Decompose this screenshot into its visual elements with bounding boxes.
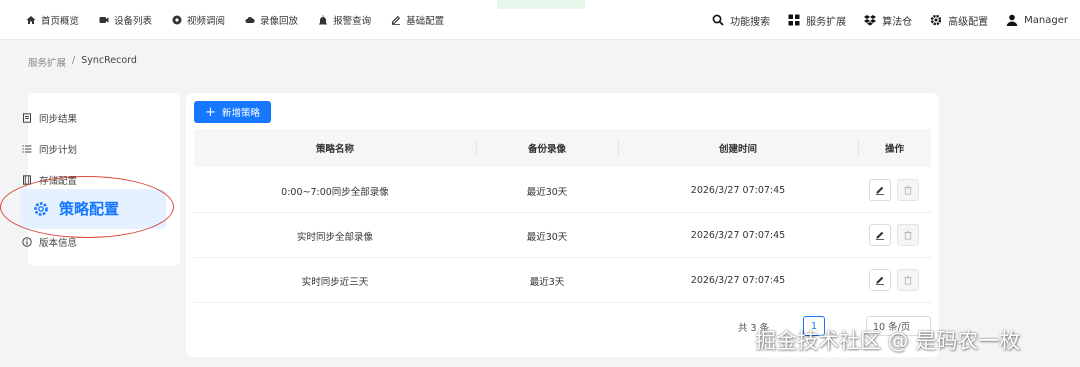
grid-icon (788, 14, 800, 26)
nav-user[interactable]: Manager (1006, 14, 1068, 26)
nav-alarm-label: 报警查询 (333, 15, 372, 27)
table-header: 策略名称 备份录像 创建时间 操作 (194, 129, 931, 167)
plus-icon: + (205, 104, 216, 120)
add-policy-button[interactable]: + 新增策略 (194, 101, 271, 123)
cell-name: 0:00~7:00同步全部录像 (281, 186, 389, 198)
breadcrumb: 服务扩展 / SyncRecord (28, 55, 137, 69)
nav-devices-label: 设备列表 (114, 15, 153, 27)
column-header-created: 创建时间 (718, 144, 757, 155)
sidebar-item-sync-results[interactable]: 同步结果 (22, 111, 77, 125)
nav-algorithm-store[interactable]: 算法仓 (864, 13, 912, 28)
delete-button[interactable] (897, 224, 919, 246)
nav-video[interactable]: 视频调阅 (172, 13, 225, 27)
edit-icon (876, 186, 884, 195)
camera-icon (99, 15, 109, 25)
nav-video-label: 视频调阅 (187, 15, 226, 27)
nav-search[interactable]: 功能搜索 (712, 13, 770, 28)
edit-button[interactable] (869, 269, 891, 291)
add-policy-label: 新增策略 (221, 108, 260, 119)
edit-button[interactable] (869, 179, 891, 201)
nav-basic-config-label: 基础配置 (406, 15, 445, 27)
table-row: 实时同步全部录像 最近30天 2026/3/27 07:07:45 (194, 213, 931, 258)
column-header-name: 策略名称 (315, 144, 354, 155)
home-icon (26, 15, 36, 25)
nav-advanced-config-label: 高级配置 (948, 16, 989, 28)
cell-created: 2026/3/27 07:07:45 (690, 275, 786, 286)
cell-backup: 最近30天 (526, 186, 568, 198)
breadcrumb-separator: / (72, 55, 76, 66)
nav-home[interactable]: 首页概览 (26, 13, 79, 27)
column-header-backup: 备份录像 (527, 144, 566, 155)
nav-alarm[interactable]: 报警查询 (318, 13, 371, 27)
table-row: 实时同步近三天 最近3天 2026/3/27 07:07:45 (194, 258, 931, 303)
trash-icon (904, 185, 912, 195)
table-row: 0:00~7:00同步全部录像 最近30天 2026/3/27 07:07:45 (194, 168, 931, 213)
breadcrumb-current: SyncRecord (81, 55, 137, 66)
document-icon (22, 113, 32, 123)
top-navbar: 首页概览 设备列表 视频调阅 录像回放 报警查询 基础配置 功能搜索 服务扩展 … (0, 0, 1080, 40)
nav-user-label: Manager (1024, 14, 1068, 26)
nav-advanced-config[interactable]: 高级配置 (930, 13, 988, 28)
info-icon (22, 237, 32, 247)
nav-basic-config[interactable]: 基础配置 (391, 13, 444, 27)
breadcrumb-root[interactable]: 服务扩展 (28, 55, 66, 69)
edit-button[interactable] (869, 224, 891, 246)
search-icon (712, 14, 724, 26)
delete-button[interactable] (897, 179, 919, 201)
pencil-icon (391, 15, 401, 25)
list-icon (22, 144, 32, 154)
cell-name: 实时同步全部录像 (296, 231, 373, 243)
cell-name: 实时同步近三天 (301, 276, 369, 288)
cell-backup: 最近30天 (526, 231, 568, 243)
cloud-icon (245, 15, 255, 25)
nav-devices[interactable]: 设备列表 (99, 13, 152, 27)
dropbox-icon (864, 14, 877, 26)
gear-icon (930, 14, 942, 26)
play-circle-icon (172, 15, 182, 25)
nav-playback-label: 录像回放 (260, 15, 299, 27)
nav-algorithm-store-label: 算法仓 (882, 16, 913, 28)
nav-playback[interactable]: 录像回放 (245, 13, 298, 27)
cell-created: 2026/3/27 07:07:45 (690, 230, 786, 241)
nav-home-label: 首页概览 (41, 15, 80, 27)
delete-button[interactable] (897, 269, 919, 291)
edit-icon (876, 231, 884, 240)
sidebar-item-sync-plan[interactable]: 同步计划 (22, 142, 77, 156)
alarm-icon (318, 14, 328, 25)
cell-created: 2026/3/27 07:07:45 (690, 185, 786, 196)
nav-search-label: 功能搜索 (730, 16, 771, 28)
main-nav: 首页概览 设备列表 视频调阅 录像回放 报警查询 基础配置 (0, 0, 464, 39)
nav-service-ext-label: 服务扩展 (806, 16, 847, 28)
sidebar-item-label: 同步结果 (39, 114, 78, 125)
sidebar-item-label: 同步计划 (39, 145, 78, 156)
notification-bar (497, 0, 585, 9)
cell-backup: 最近3天 (529, 276, 565, 288)
trash-icon (904, 230, 912, 240)
column-header-actions: 操作 (884, 144, 904, 155)
nav-service-ext[interactable]: 服务扩展 (788, 13, 846, 28)
edit-icon (876, 276, 884, 285)
secondary-nav: 功能搜索 服务扩展 算法仓 高级配置 Manager (694, 0, 1068, 40)
user-icon (1006, 14, 1018, 26)
trash-icon (904, 275, 912, 285)
watermark: 掘金技术社区 @ 是码农一枚 (755, 329, 1021, 353)
annotation-ellipse (0, 176, 174, 238)
